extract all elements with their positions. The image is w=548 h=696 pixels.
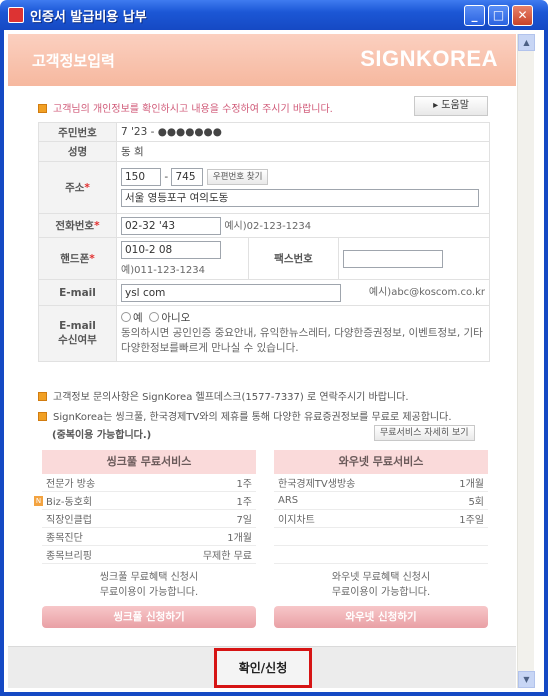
signkorea-logo: SIGNKOREA xyxy=(360,46,498,71)
scroll-up-arrow-icon[interactable]: ▲ xyxy=(518,34,535,51)
page-title: 고객정보입력 xyxy=(32,52,115,70)
address-label-cell: 주소* xyxy=(38,161,117,214)
consent-no-radio[interactable] xyxy=(149,312,160,322)
rrn-value: 7 '23 - ●●●●●●● xyxy=(116,122,490,142)
header-banner: 고객정보입력 SIGNKOREA xyxy=(8,34,516,86)
window-title: 인증서 발급비용 납부 xyxy=(30,9,147,25)
notice-partner: SignKorea는 씽크풀, 한국경제TV와의 제휴를 통해 다양한 유료증권… xyxy=(38,408,490,423)
consent-yes-radio[interactable] xyxy=(121,312,131,322)
consent-description: 동의하시면 공인인증 중요안내, 유익한뉴스레터, 다양한증권정보, 이벤트정보… xyxy=(121,327,483,354)
wownet-service-box: 와우넷 무료서비스 한국경제TV생방송 1개월 ARS 5회 이지차트 1주일 와우넷… xyxy=(274,450,488,628)
notice-partner-text: SignKorea는 씽크풀, 한국경제TV와의 제휴를 통해 다양한 유료증권… xyxy=(53,412,452,423)
consent-no-label: 아니오 xyxy=(161,312,191,324)
mobile-label: 핸드폰 xyxy=(60,253,90,265)
list-item: 종목진단 1개월 xyxy=(42,528,256,546)
help-button[interactable]: ▸ 도움말 xyxy=(414,96,488,116)
consent-label-cell: E-mail 수신여부 xyxy=(38,305,117,362)
wownet-footer: 와우넷 무료혜택 신청시 무료이용이 가능합니다. xyxy=(274,564,488,606)
thinkpool-footer: 씽크풀 무료혜택 신청시 무료이용이 가능합니다. xyxy=(42,564,256,606)
notice-contact: 고객정보 문의사항은 SignKorea 헬프데스크(1577-7337) 로 … xyxy=(38,388,409,403)
thinkpool-foot-1: 씽크풀 무료혜택 신청시 xyxy=(99,572,199,583)
thinkpool-apply-button[interactable]: 씽크풀 신청하기 xyxy=(42,606,256,628)
list-item xyxy=(274,546,488,564)
wownet-title: 와우넷 무료서비스 xyxy=(274,450,488,474)
zip-input-1[interactable]: 150 xyxy=(121,168,161,186)
name-label: 성명 xyxy=(38,141,117,162)
list-item: 직장인클럽 7일 xyxy=(42,510,256,528)
app-icon xyxy=(8,7,24,23)
mobile-label-cell: 핸드폰* xyxy=(38,237,117,280)
fax-label: 팩스번호 xyxy=(248,237,339,280)
consent-label-2: 수신여부 xyxy=(58,334,97,346)
thinkpool-foot-2: 무료이용이 가능합니다. xyxy=(99,587,199,598)
bullet-icon xyxy=(38,412,47,421)
fax-input[interactable] xyxy=(343,249,443,268)
email-label: E-mail xyxy=(38,279,117,306)
phone-label: 전화번호 xyxy=(55,220,95,232)
list-item: N Biz-동호회 1주 xyxy=(34,492,256,510)
bullet-icon xyxy=(38,104,47,113)
list-item xyxy=(274,528,488,546)
wownet-foot-2: 무료이용이 가능합니다. xyxy=(331,587,431,598)
rrn-label: 주민번호 xyxy=(38,122,117,142)
zip-search-button[interactable]: 우편번호 찾기 xyxy=(206,169,269,185)
minimize-button[interactable]: _ xyxy=(464,5,485,26)
phone-hint: 예시)02-123-1234 xyxy=(224,220,312,232)
address-input[interactable]: 서울 영등포구 여의도동 xyxy=(121,189,479,207)
phone-label-cell: 전화번호* xyxy=(38,213,117,238)
free-service-detail-button[interactable]: 무료서비스 자세히 보기 xyxy=(374,425,475,441)
thinkpool-service-box: 씽크풀 무료서비스 전문가 방송 1주 N Biz-동호회 1주 직장인클럽 7일 종목… xyxy=(34,450,256,628)
address-label: 주소 xyxy=(65,182,85,194)
confirm-apply-button[interactable]: 확인/신청 xyxy=(214,648,312,688)
help-button-label: 도움말 xyxy=(441,100,469,111)
new-badge-icon: N xyxy=(34,495,43,506)
mobile-hint: 예)011-123-1234 xyxy=(121,265,205,276)
notice-partner-sub: (중복이용 가능합니다.) xyxy=(52,430,152,441)
wownet-foot-1: 와우넷 무료혜택 신청시 xyxy=(331,572,431,583)
consent-label-1: E-mail xyxy=(59,320,96,332)
maximize-button[interactable]: □ xyxy=(488,5,509,26)
zip-input-2[interactable]: 745 xyxy=(171,168,204,186)
email-hint: 예시)abc@koscom.co.kr xyxy=(368,286,485,298)
list-item: ARS 5회 xyxy=(274,492,488,510)
list-item: 한국경제TV생방송 1개월 xyxy=(274,474,488,492)
notice-top-text: 고객님의 개인정보를 확인하시고 내용을 수정하여 주시기 바랍니다. xyxy=(53,104,333,115)
list-item: 이지차트 1주일 xyxy=(274,510,488,528)
list-item: 전문가 방송 1주 xyxy=(42,474,256,492)
consent-yes-label: 예 xyxy=(133,312,143,324)
notice-contact-text: 고객정보 문의사항은 SignKorea 헬프데스크(1577-7337) 로 … xyxy=(53,392,409,403)
phone-input[interactable]: 02-32 '43 xyxy=(121,216,221,235)
notice-top: 고객님의 개인정보를 확인하시고 내용을 수정하여 주시기 바랍니다. xyxy=(38,100,333,115)
zip-separator: - xyxy=(164,171,169,183)
scroll-down-arrow-icon[interactable]: ▼ xyxy=(518,671,535,688)
bullet-icon xyxy=(38,392,47,401)
close-button[interactable]: ✕ xyxy=(512,5,533,26)
mobile-input[interactable]: 010-2 08 xyxy=(121,241,221,259)
email-input[interactable]: ysl com xyxy=(121,283,341,302)
list-item: 종목브리핑 무제한 무료 xyxy=(42,546,256,564)
window-title-bar: 인증서 발급비용 납부 _ □ ✕ xyxy=(0,0,548,30)
customer-info-form: 주민번호 7 '23 - ●●●●●●● 성명 동 희 주소* 150 - 74… xyxy=(38,122,490,362)
thinkpool-title: 씽크풀 무료서비스 xyxy=(42,450,256,474)
vertical-scrollbar[interactable]: ▲ ▼ xyxy=(517,34,535,688)
name-value: 동 희 xyxy=(116,141,490,162)
wownet-apply-button[interactable]: 와우넷 신청하기 xyxy=(274,606,488,628)
